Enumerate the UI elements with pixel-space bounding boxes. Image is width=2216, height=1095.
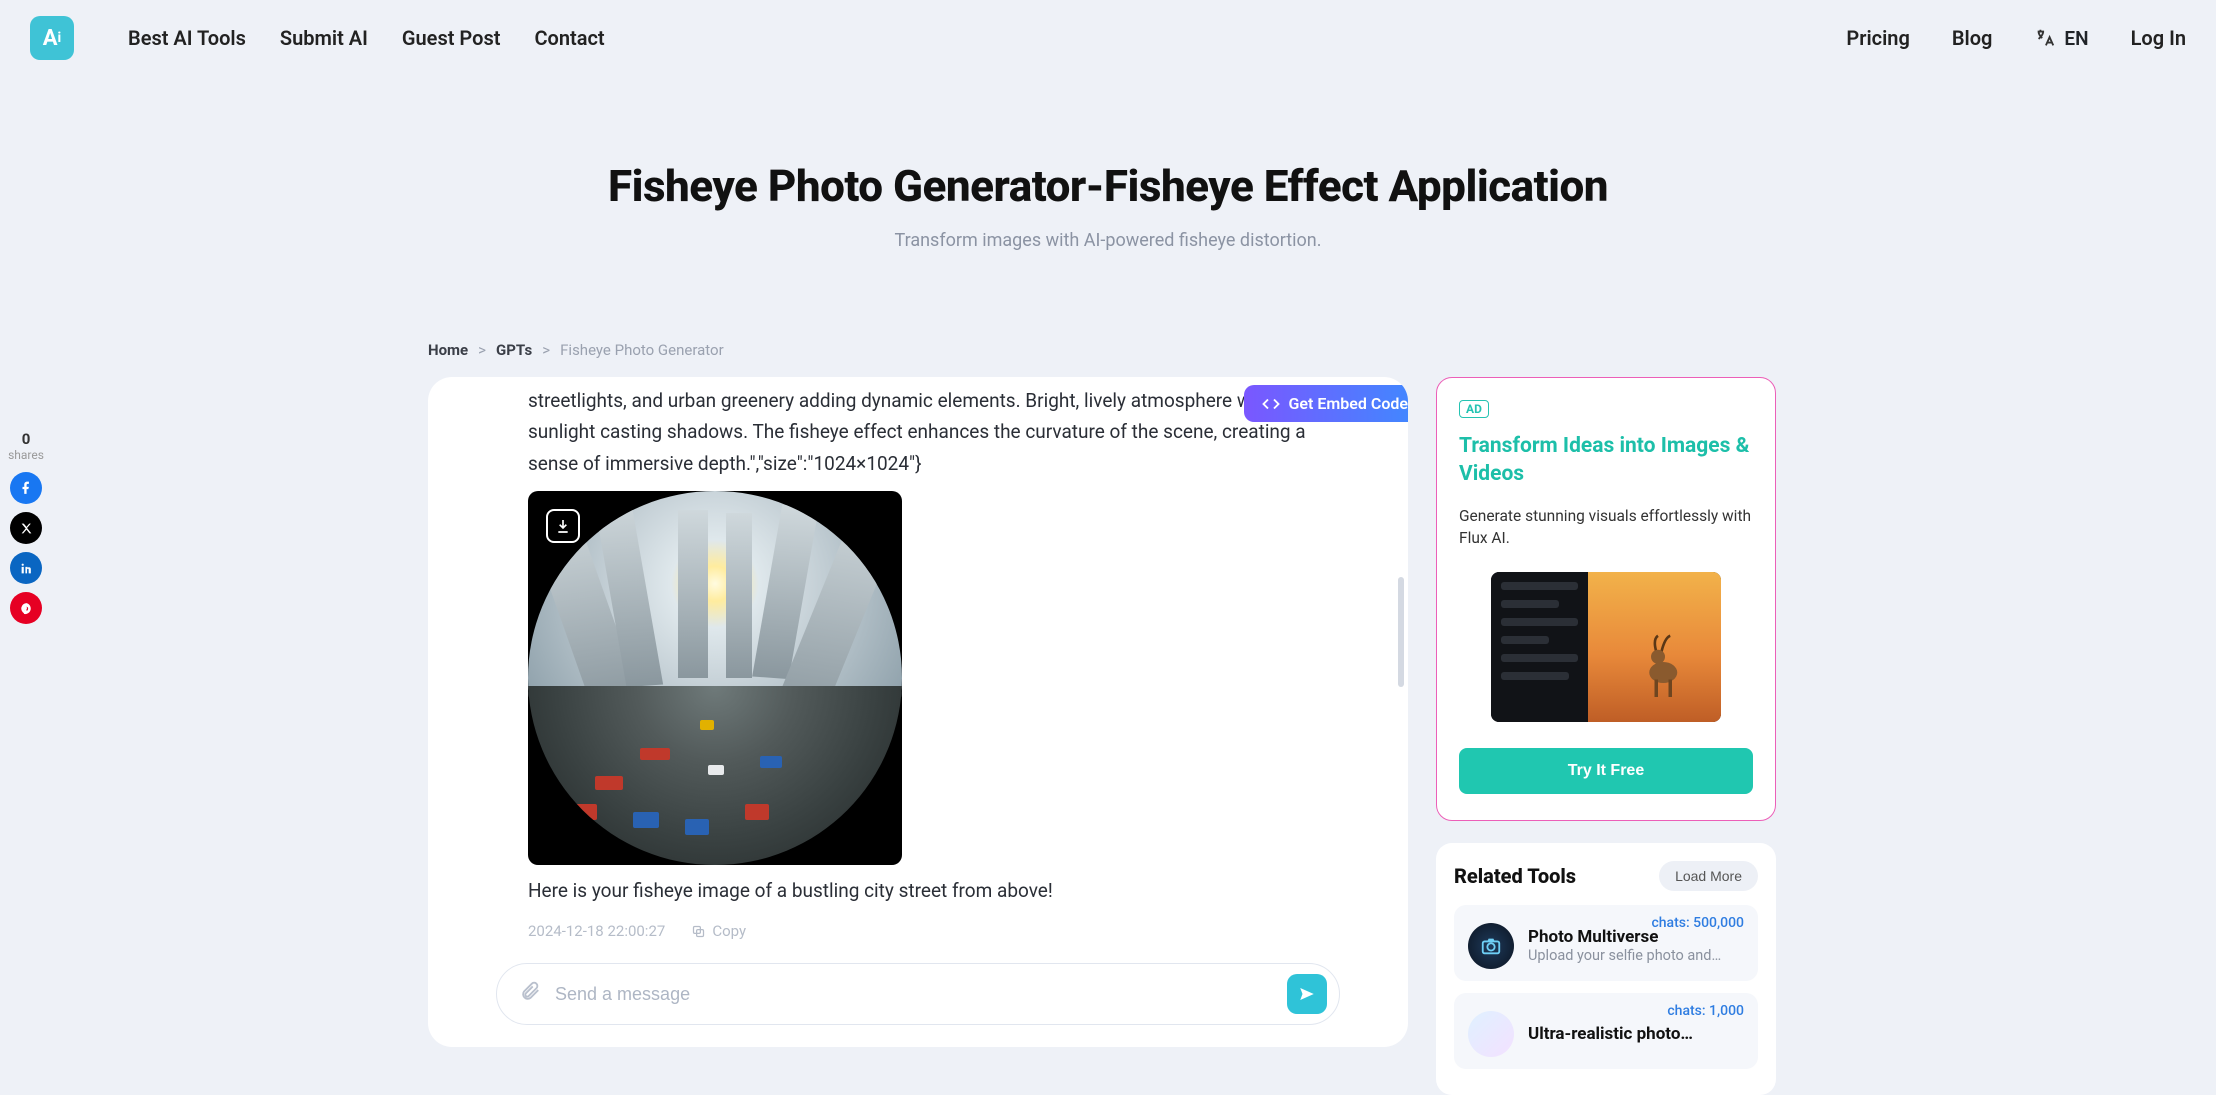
share-label: shares — [6, 448, 46, 462]
code-icon — [1262, 395, 1280, 413]
breadcrumb-sep: > — [478, 341, 486, 359]
load-more-button[interactable]: Load More — [1659, 861, 1758, 891]
nav-blog[interactable]: Blog — [1952, 26, 1993, 50]
nav-guest-post[interactable]: Guest Post — [402, 26, 501, 50]
x-icon — [20, 522, 33, 535]
share-pinterest[interactable] — [10, 592, 42, 624]
tool-name: Ultra-realistic photo… — [1528, 1024, 1693, 1044]
ad-badge: AD — [1459, 400, 1489, 418]
nav-contact[interactable]: Contact — [534, 26, 604, 50]
chat-body: streetlights, and urban greenery adding … — [528, 377, 1308, 940]
related-title: Related Tools — [1454, 864, 1576, 888]
share-linkedin[interactable] — [10, 552, 42, 584]
assistant-message-text: streetlights, and urban greenery adding … — [528, 385, 1308, 479]
copy-icon — [691, 924, 706, 939]
breadcrumb-gpts[interactable]: GPTs — [496, 341, 532, 359]
promo-preview — [1491, 572, 1721, 722]
nav-right: Pricing Blog EN Log In — [1846, 26, 2186, 50]
pinterest-icon — [20, 602, 33, 615]
nav-submit-ai[interactable]: Submit AI — [280, 26, 368, 50]
breadcrumb-home[interactable]: Home — [428, 341, 468, 359]
tr — [1468, 923, 1514, 969]
share-rail: 0 shares — [6, 430, 46, 632]
antelope-icon — [1636, 634, 1694, 704]
share-facebook[interactable] — [10, 472, 42, 504]
try-it-free-button[interactable]: Try It Free — [1459, 748, 1753, 794]
assistant-caption: Here is your fisheye image of a bustling… — [528, 879, 1308, 902]
sidebar: AD Transform Ideas into Images & Videos … — [1436, 377, 1776, 1095]
chat-card: Get Embed Code streetlights, and urban g… — [428, 377, 1408, 1047]
embed-label: Get Embed Code — [1288, 394, 1408, 413]
breadcrumb-current: Fisheye Photo Generator — [560, 341, 724, 359]
nav-best-ai-tools[interactable]: Best AI Tools — [128, 26, 246, 50]
share-x[interactable] — [10, 512, 42, 544]
copy-button[interactable]: Copy — [691, 922, 746, 940]
attach-button[interactable] — [519, 980, 541, 1008]
page-title: Fisheye Photo Generator-Fisheye Effect A… — [0, 160, 2216, 212]
tool-chats-count: chats: 1,000 — [1667, 1003, 1744, 1019]
breadcrumb-sep: > — [542, 341, 550, 359]
paperclip-icon — [519, 980, 541, 1002]
tool-avatar — [1468, 1011, 1514, 1057]
message-meta: 2024-12-18 22:00:27 Copy — [528, 922, 1308, 940]
language-code: EN — [2064, 27, 2088, 50]
topbar: Ai Best AI Tools Submit AI Guest Post Co… — [0, 0, 2216, 76]
facebook-icon — [19, 481, 33, 495]
nav-left: Best AI Tools Submit AI Guest Post Conta… — [128, 26, 605, 50]
tool-chats-count: chats: 500,000 — [1651, 915, 1744, 931]
camera-icon — [1480, 935, 1502, 957]
nav-pricing[interactable]: Pricing — [1846, 26, 1909, 50]
scrollbar[interactable] — [1398, 577, 1404, 687]
related-tool-item[interactable]: chats: 500,000 Photo Multiverse Upload y… — [1454, 905, 1758, 981]
language-switch[interactable]: EN — [2034, 27, 2088, 50]
promo-title: Transform Ideas into Images & Videos — [1459, 432, 1753, 489]
share-count: 0 — [6, 430, 46, 448]
send-button[interactable] — [1287, 974, 1327, 1014]
get-embed-code-button[interactable]: Get Embed Code — [1244, 385, 1408, 422]
generated-image[interactable] — [528, 491, 902, 865]
linkedin-icon — [20, 562, 33, 575]
message-input-row — [496, 963, 1340, 1025]
copy-label: Copy — [712, 922, 746, 940]
tool-desc: Upload your selfie photo and… — [1528, 947, 1721, 964]
main-area: Get Embed Code streetlights, and urban g… — [428, 377, 1788, 1095]
download-image-button[interactable] — [546, 509, 580, 543]
send-icon — [1298, 985, 1316, 1003]
related-tool-item[interactable]: chats: 1,000 Ultra-realistic photo… — [1454, 993, 1758, 1069]
message-timestamp: 2024-12-18 22:00:27 — [528, 922, 665, 940]
promo-desc: Generate stunning visuals effortlessly w… — [1459, 505, 1753, 550]
breadcrumb: Home > GPTs > Fisheye Photo Generator — [428, 341, 1788, 359]
download-icon — [555, 518, 571, 534]
site-logo[interactable]: Ai — [30, 16, 74, 60]
promo-card[interactable]: AD Transform Ideas into Images & Videos … — [1436, 377, 1776, 821]
login-link[interactable]: Log In — [2131, 26, 2186, 50]
related-tools: Related Tools Load More chats: 500,000 P… — [1436, 843, 1776, 1095]
message-input[interactable] — [555, 984, 1287, 1005]
translate-icon — [2034, 27, 2056, 49]
page-subtitle: Transform images with AI-powered fisheye… — [0, 230, 2216, 251]
hero: Fisheye Photo Generator-Fisheye Effect A… — [0, 160, 2216, 251]
